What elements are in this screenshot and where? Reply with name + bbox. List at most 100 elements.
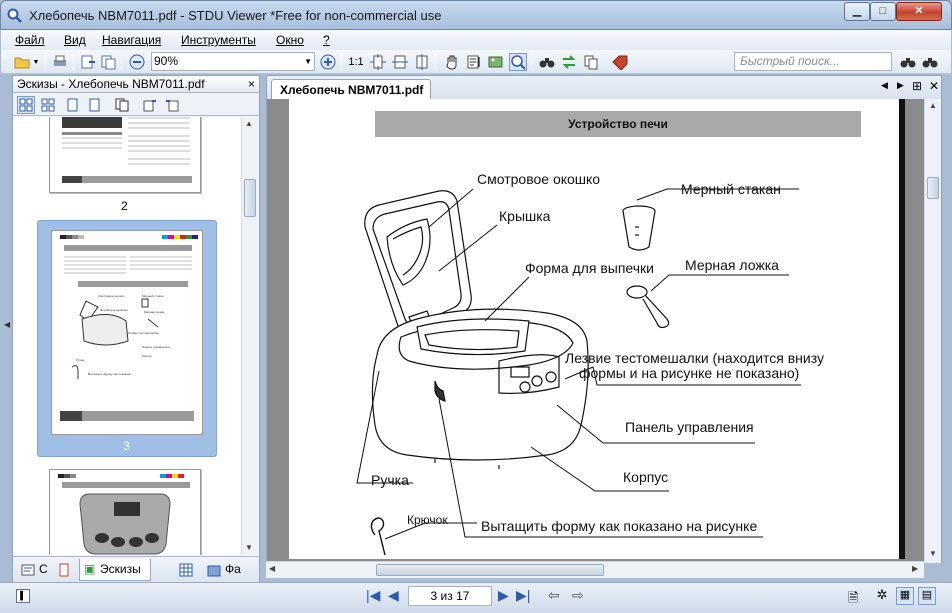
tab-thumbnails-label: Эскизы: [100, 562, 141, 576]
panel-close-icon[interactable]: ×: [248, 76, 255, 92]
back-icon[interactable]: ⇦: [548, 587, 560, 604]
thumbnail-scrollbar[interactable]: ▲ ▼: [241, 117, 258, 555]
scrollbar-thumb[interactable]: [927, 177, 939, 199]
pages-icon[interactable]: [582, 53, 600, 71]
scroll-right-icon[interactable]: ▶: [912, 564, 918, 573]
menu-tools[interactable]: Инструменты: [181, 33, 256, 47]
settings-gear-icon[interactable]: ✲: [873, 587, 891, 605]
zoom-tool-icon[interactable]: [509, 53, 527, 71]
forward-icon[interactable]: ⇨: [572, 587, 584, 604]
scroll-up-icon[interactable]: ▲: [245, 119, 253, 128]
menu-bar: Файл Вид Навигация Инструменты Окно ?: [1, 30, 951, 50]
thumbnail-page[interactable]: [49, 117, 201, 193]
label-measuring-cup: Мерный стакан: [681, 181, 781, 197]
zoom-out-icon[interactable]: [128, 53, 146, 71]
tab-next-icon[interactable]: ▶: [897, 80, 904, 91]
rotate-left-icon[interactable]: [141, 96, 159, 114]
label-pull-form: Вытащить форму как показано на рисунке: [481, 518, 758, 534]
find-next-icon[interactable]: [899, 53, 917, 71]
scrollbar-thumb[interactable]: [376, 564, 604, 576]
svg-text:Лезвие тестомешалки: Лезвие тестомешалки: [128, 331, 159, 335]
previous-page-icon[interactable]: ◀: [388, 587, 399, 604]
sync-arrows-icon[interactable]: [560, 53, 578, 71]
thumbnails-tab-icon: ▣: [84, 562, 96, 576]
menu-file[interactable]: Файл: [15, 33, 45, 47]
outline-tab-icon[interactable]: [19, 561, 37, 579]
find-options-icon[interactable]: [921, 53, 939, 71]
bookmark-icon[interactable]: [611, 53, 629, 71]
document-properties-icon[interactable]: 🗎: [848, 589, 858, 611]
label-lid: Крышка: [499, 208, 551, 224]
thumbnail-label: 2: [121, 199, 128, 213]
scroll-left-icon[interactable]: ◀: [269, 564, 275, 573]
open-folder-icon[interactable]: [13, 53, 31, 71]
tab-prev-icon[interactable]: ◀: [881, 80, 888, 91]
menu-view[interactable]: Вид: [64, 33, 86, 47]
files-tab-icon[interactable]: [205, 561, 223, 579]
menu-window[interactable]: Окно: [276, 33, 304, 47]
table-tab-icon[interactable]: [177, 561, 195, 579]
tab-outline[interactable]: С: [39, 561, 48, 579]
scrollbar-thumb[interactable]: [244, 179, 256, 217]
collapse-left-icon[interactable]: ◀: [4, 320, 10, 329]
page-outline-icon[interactable]: [85, 96, 103, 114]
title-bar: Хлебопечь NBM7011.pdf - STDU Viewer *Fre…: [0, 0, 952, 30]
maximize-button[interactable]: □: [870, 2, 896, 21]
text-select-icon[interactable]: [465, 53, 483, 71]
zoom-select[interactable]: 90% ▼: [151, 52, 315, 71]
panel-tabs: С ▣ Эскизы Фа: [13, 556, 259, 582]
close-button[interactable]: ✕: [896, 2, 942, 21]
continuous-view-icon[interactable]: ▤: [918, 587, 936, 605]
last-page-icon[interactable]: ▶|: [516, 587, 530, 604]
bookmarks-tab-icon[interactable]: [55, 561, 73, 579]
single-page-icon[interactable]: [63, 96, 81, 114]
tab-files[interactable]: Фа: [225, 561, 241, 579]
copy-page-icon[interactable]: [99, 53, 117, 71]
quick-search-input[interactable]: Быстрый поиск...: [734, 52, 892, 71]
scroll-down-icon[interactable]: ▼: [245, 543, 253, 552]
grid-small-icon[interactable]: [39, 96, 57, 114]
export-icon[interactable]: [79, 53, 97, 71]
document-view[interactable]: Устройство печи Смотровое окошко Крышка …: [266, 99, 942, 563]
rotate-right-icon[interactable]: [163, 96, 181, 114]
thumbnail-list[interactable]: 2 Смотровое окошко Мерный стакан Форма для…: [13, 117, 241, 555]
fit-page-icon[interactable]: [369, 53, 387, 71]
fit-visible-icon[interactable]: [413, 53, 431, 71]
menu-navigation[interactable]: Навигация: [102, 33, 161, 47]
bread-maker-illustration: [356, 188, 801, 556]
next-page-icon[interactable]: ▶: [498, 587, 509, 604]
document-vertical-scrollbar[interactable]: ▲ ▼: [924, 99, 941, 563]
scroll-up-icon[interactable]: ▲: [929, 101, 937, 110]
grid-large-icon[interactable]: [17, 96, 35, 114]
fit-width-icon[interactable]: [391, 53, 409, 71]
menu-help[interactable]: ?: [323, 33, 330, 47]
label-control-panel: Панель управления: [625, 419, 754, 435]
minimize-button[interactable]: ▁: [844, 2, 870, 21]
snapshot-icon[interactable]: [487, 53, 505, 71]
app-icon: [7, 8, 22, 23]
find-icon[interactable]: [538, 53, 556, 71]
document-tab-bar: Хлебопечь NBM7011.pdf ◀ ▶ ⊞ ✕: [266, 75, 942, 100]
svg-text:Смотровое окошко: Смотровое окошко: [98, 294, 125, 298]
label-measuring-spoon: Мерная ложка: [685, 257, 779, 273]
pdf-page: Устройство печи Смотровое окошко Крышка …: [289, 99, 899, 559]
print-icon[interactable]: [51, 53, 69, 71]
single-page-view-icon[interactable]: ▦: [896, 587, 914, 605]
zoom-in-icon[interactable]: [319, 53, 337, 71]
actual-size-button[interactable]: 1:1: [347, 53, 365, 71]
page-number-input[interactable]: 3 из 17: [408, 586, 492, 606]
tab-list-icon[interactable]: ⊞: [912, 79, 922, 93]
panel-toggle-icon[interactable]: ▌: [16, 589, 30, 603]
scroll-down-icon[interactable]: ▼: [929, 549, 937, 558]
thumbnail-page-selected[interactable]: Смотровое окошко Мерный стакан Форма для в…: [51, 230, 203, 435]
svg-text:Мерная ложка: Мерная ложка: [144, 310, 164, 314]
thumbnail-page[interactable]: [49, 469, 201, 555]
hand-tool-icon[interactable]: [443, 53, 461, 71]
document-horizontal-scrollbar[interactable]: ◀ ▶: [266, 561, 924, 578]
tab-thumbnails[interactable]: ▣ Эскизы: [79, 559, 151, 581]
copy-thumbnail-icon[interactable]: [113, 96, 131, 114]
open-dropdown-icon[interactable]: ▼: [31, 53, 41, 71]
first-page-icon[interactable]: |◀: [366, 587, 380, 604]
tab-close-icon[interactable]: ✕: [929, 79, 939, 93]
document-tab[interactable]: Хлебопечь NBM7011.pdf: [271, 79, 431, 100]
